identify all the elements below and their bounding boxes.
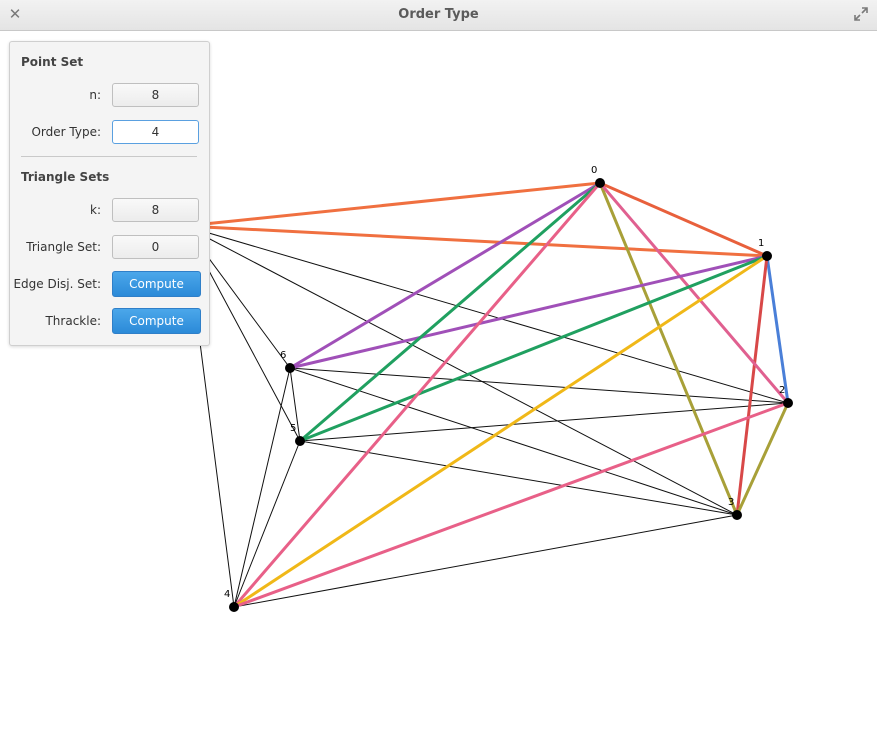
n-label: n:: [89, 88, 101, 102]
edge-1-3: [735, 254, 769, 517]
edge-5-3: [299, 440, 738, 516]
vertex-3[interactable]: [732, 510, 742, 520]
edge-5-2: [299, 402, 789, 442]
vertex-label-1: 1: [758, 238, 764, 249]
thrackle-label: Thrackle:: [45, 314, 101, 328]
vertex-label-3: 3: [728, 497, 734, 508]
edge-4-3: [233, 514, 738, 608]
edge-1-4: [232, 254, 769, 609]
vertex-4[interactable]: [229, 602, 239, 612]
k-label: k:: [90, 203, 101, 217]
vertex-6[interactable]: [285, 363, 295, 373]
triangle-set-field[interactable]: 0: [112, 235, 199, 259]
thrackle-compute-button[interactable]: Compute: [112, 308, 201, 334]
edge-0-4: [232, 181, 602, 609]
edge-0-5: [298, 181, 602, 443]
vertex-2[interactable]: [783, 398, 793, 408]
vertex-label-0: 0: [591, 165, 597, 176]
triangle-set-label: Triangle Set:: [26, 240, 101, 254]
vertex-label-4: 4: [224, 589, 230, 600]
window-title: Order Type: [398, 7, 479, 22]
title-bar: ✕ Order Type: [0, 0, 877, 31]
triangle-sets-heading: Triangle Sets: [21, 170, 110, 184]
maximize-icon[interactable]: [853, 6, 869, 22]
order-type-label: Order Type:: [31, 125, 101, 139]
vertex-0[interactable]: [595, 178, 605, 188]
vertex-label-5: 5: [290, 423, 296, 434]
k-field[interactable]: 8: [112, 198, 199, 222]
edge-disj-compute-button[interactable]: Compute: [112, 271, 201, 297]
control-panel: Point Set n: 8 Order Type: 4 Triangle Se…: [9, 41, 210, 346]
divider: [21, 156, 197, 157]
vertex-5[interactable]: [295, 436, 305, 446]
vertex-label-6: 6: [280, 350, 286, 361]
edge-0-2: [598, 181, 790, 405]
order-type-field[interactable]: 4: [112, 120, 199, 144]
point-set-heading: Point Set: [21, 55, 84, 69]
edge-disj-label: Edge Disj. Set:: [13, 277, 101, 291]
edge-7-3: [184, 225, 738, 516]
vertex-1[interactable]: [762, 251, 772, 261]
vertex-label-2: 2: [779, 385, 785, 396]
n-field[interactable]: 8: [112, 83, 199, 107]
